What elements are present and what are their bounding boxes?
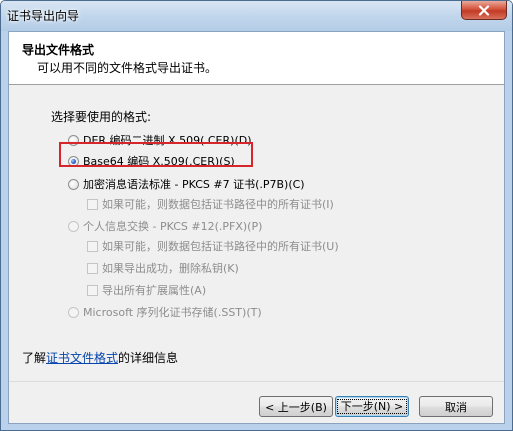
pfx-delete-key-checkbox[interactable] xyxy=(87,262,98,274)
wizard-client-area: 导出文件格式 可以用不同的文件格式导出证书。 选择要使用的格式: DER 编码二… xyxy=(8,31,505,424)
wizard-header-panel: 导出文件格式 可以用不同的文件格式导出证书。 xyxy=(9,32,504,85)
cancel-button-label: 取消 xyxy=(445,400,467,414)
option-pkcs7[interactable]: 加密消息语法标准 - PKCS #7 证书(.P7B)(C) xyxy=(68,176,305,192)
pfx-export-ext-label: 导出所有扩展属性(A) xyxy=(102,284,207,297)
option-sst[interactable]: Microsoft 序列化证书存储(.SST)(T) xyxy=(68,304,262,320)
sst-radio[interactable] xyxy=(68,306,79,318)
cert-formats-link[interactable]: 证书文件格式 xyxy=(46,351,118,365)
back-button-label: < 上一步(B) xyxy=(265,400,327,414)
info-suffix: 的详细信息 xyxy=(118,351,179,365)
pfx-export-ext-checkbox[interactable] xyxy=(87,284,98,296)
window-title: 证书导出向导 xyxy=(7,9,80,23)
option-pkcs7-include-all[interactable]: 如果可能，则数据包括证书路径中的所有证书(I) xyxy=(87,196,334,212)
cancel-button[interactable]: 取消 xyxy=(419,396,493,417)
pkcs7-include-all-label: 如果可能，则数据包括证书路径中的所有证书(I) xyxy=(102,198,334,211)
pfx-radio[interactable] xyxy=(68,220,79,232)
pfx-delete-key-label: 如果导出成功，删除私钥(K) xyxy=(102,262,239,275)
next-button-label: 下一步(N) > xyxy=(336,399,408,414)
certificate-export-wizard-window: 证书导出向导 导出文件格式 可以用不同的文件格式导出证书。 选择要使用的格式: … xyxy=(0,0,513,431)
sst-label: Microsoft 序列化证书存储(.SST)(T) xyxy=(83,306,262,319)
close-icon xyxy=(478,4,490,16)
pkcs7-label: 加密消息语法标准 - PKCS #7 证书(.P7B)(C) xyxy=(83,178,305,191)
info-line: 了解证书文件格式的详细信息 xyxy=(22,349,178,366)
page-title: 导出文件格式 xyxy=(22,43,95,57)
pfx-label: 个人信息交换 - PKCS #12(.PFX)(P) xyxy=(83,220,263,233)
title-bar[interactable]: 证书导出向导 xyxy=(1,1,512,31)
pfx-include-all-label: 如果可能，则数据包括证书路径中的所有证书(U) xyxy=(102,240,339,253)
close-button[interactable] xyxy=(461,1,507,20)
option-pfx-export-ext[interactable]: 导出所有扩展属性(A) xyxy=(87,282,206,298)
next-button[interactable]: 下一步(N) > xyxy=(335,396,409,417)
info-prefix: 了解 xyxy=(22,351,47,365)
option-pfx-include-all[interactable]: 如果可能，则数据包括证书路径中的所有证书(U) xyxy=(87,238,339,254)
format-prompt-label: 选择要使用的格式: xyxy=(51,110,152,124)
selection-highlight-box xyxy=(59,142,253,167)
button-area-divider xyxy=(9,381,504,382)
pkcs7-radio[interactable] xyxy=(68,178,79,190)
page-subtitle: 可以用不同的文件格式导出证书。 xyxy=(37,61,218,75)
back-button[interactable]: < 上一步(B) xyxy=(259,396,333,417)
option-pfx[interactable]: 个人信息交换 - PKCS #12(.PFX)(P) xyxy=(68,218,262,234)
pkcs7-include-all-checkbox[interactable] xyxy=(87,198,98,210)
pfx-include-all-checkbox[interactable] xyxy=(87,240,98,252)
option-pfx-delete-key[interactable]: 如果导出成功，删除私钥(K) xyxy=(87,260,239,276)
